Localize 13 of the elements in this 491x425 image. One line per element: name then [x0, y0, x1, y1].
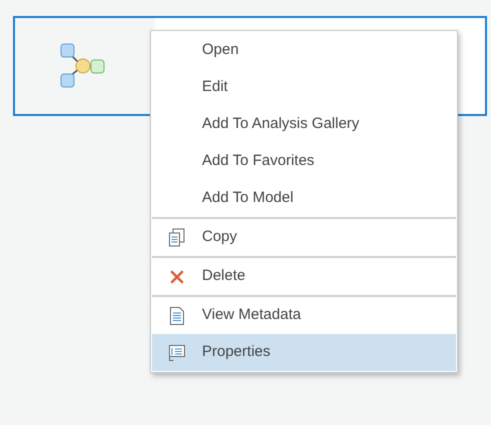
menu-item[interactable]: Delete [152, 258, 456, 295]
menu-item[interactable]: Open [152, 32, 456, 69]
document-icon [169, 306, 185, 326]
copy-icon [168, 228, 186, 248]
menu-item[interactable]: Copy [152, 219, 456, 256]
menu-item[interactable]: Properties [152, 334, 456, 371]
menu-item[interactable]: Add To Favorites [152, 143, 456, 180]
delete-icon [170, 270, 184, 284]
menu-item[interactable]: Add To Analysis Gallery [152, 106, 456, 143]
menu-item[interactable]: View Metadata [152, 297, 456, 334]
menu-item[interactable]: Edit [152, 69, 456, 106]
menu-item[interactable]: Add To Model [152, 180, 456, 217]
properties-icon [168, 344, 186, 362]
